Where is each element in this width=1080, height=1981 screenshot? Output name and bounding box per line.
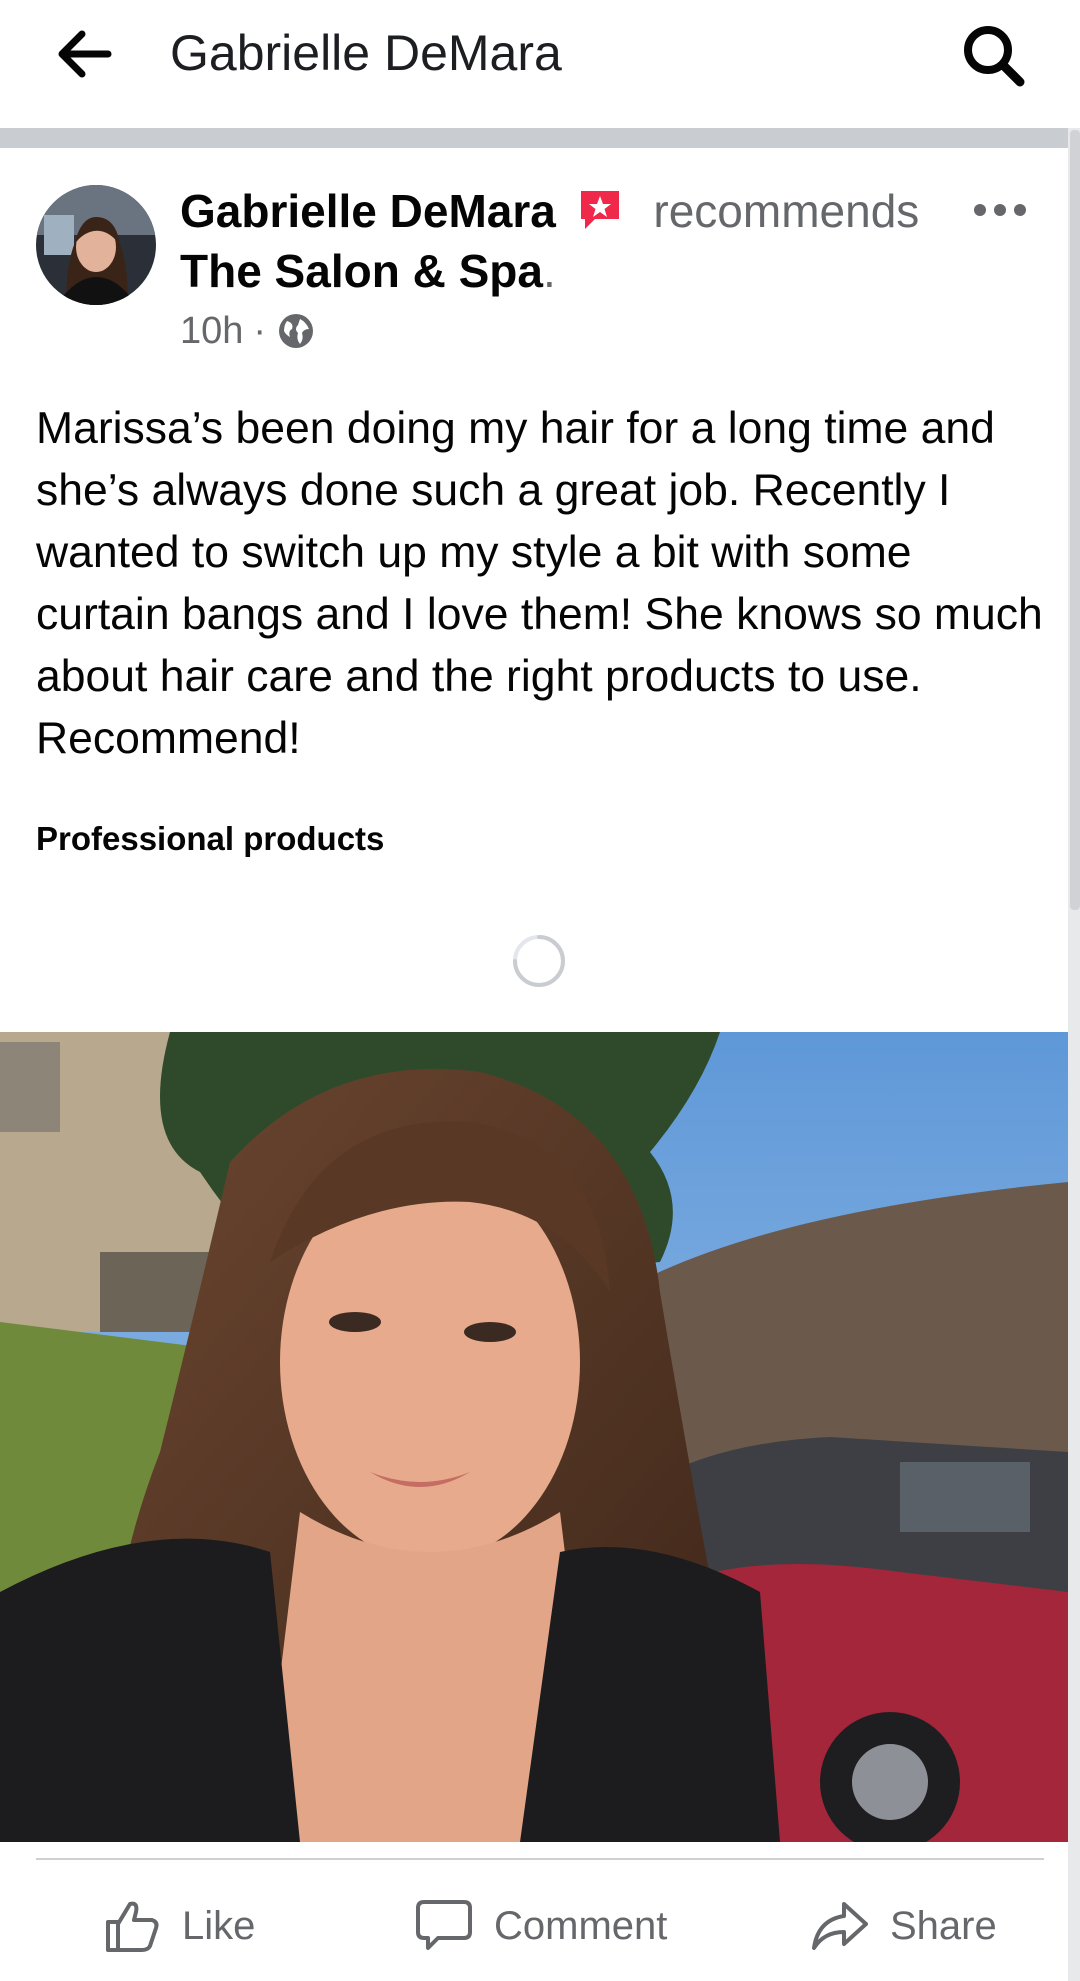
globe-icon [279, 314, 314, 348]
like-label: Like [182, 1903, 256, 1948]
avatar[interactable] [36, 185, 156, 305]
back-button[interactable] [52, 26, 116, 82]
more-options-button[interactable] [970, 190, 1030, 230]
comment-label: Comment [494, 1903, 668, 1948]
scrollbar-thumb[interactable] [1070, 130, 1080, 910]
post-timestamp[interactable]: 10h [180, 310, 243, 352]
comment-icon [416, 1900, 472, 1950]
recommend-star-icon [580, 191, 619, 229]
search-icon [964, 26, 1025, 87]
recommends-label: recommends [653, 185, 920, 237]
recommendation-tag[interactable]: Professional products [36, 820, 384, 858]
page-suffix: . [542, 245, 556, 297]
share-label: Share [890, 1903, 997, 1948]
share-arrow-icon [812, 1902, 868, 1950]
share-button[interactable]: Share [810, 1890, 997, 1962]
loading-spinner-icon [513, 935, 565, 987]
author-name[interactable]: Gabrielle DeMara [180, 185, 556, 237]
post-meta: 10h · [180, 310, 316, 353]
page-title: Gabrielle DeMara [170, 25, 562, 81]
post-header-line-2: The Salon & Spa. [180, 244, 556, 298]
arrow-left-icon [58, 30, 112, 78]
post-header-line: Gabrielle DeMara recommends [180, 184, 919, 238]
action-bar-divider [36, 1858, 1044, 1860]
comment-button[interactable]: Comment [414, 1890, 667, 1962]
search-button[interactable] [958, 20, 1030, 92]
page-name-link[interactable]: The Salon & Spa [180, 245, 543, 297]
more-horizontal-icon [974, 204, 1026, 216]
meta-separator: · [253, 310, 267, 352]
like-button[interactable]: Like [102, 1890, 255, 1962]
header-divider [0, 128, 1080, 148]
post-photo[interactable] [0, 1032, 1068, 1842]
post-text: Marissa’s been doing my hair for a long … [36, 404, 1043, 763]
top-app-bar: Gabrielle DeMara [0, 0, 1080, 128]
thumbs-up-icon [106, 1901, 159, 1952]
